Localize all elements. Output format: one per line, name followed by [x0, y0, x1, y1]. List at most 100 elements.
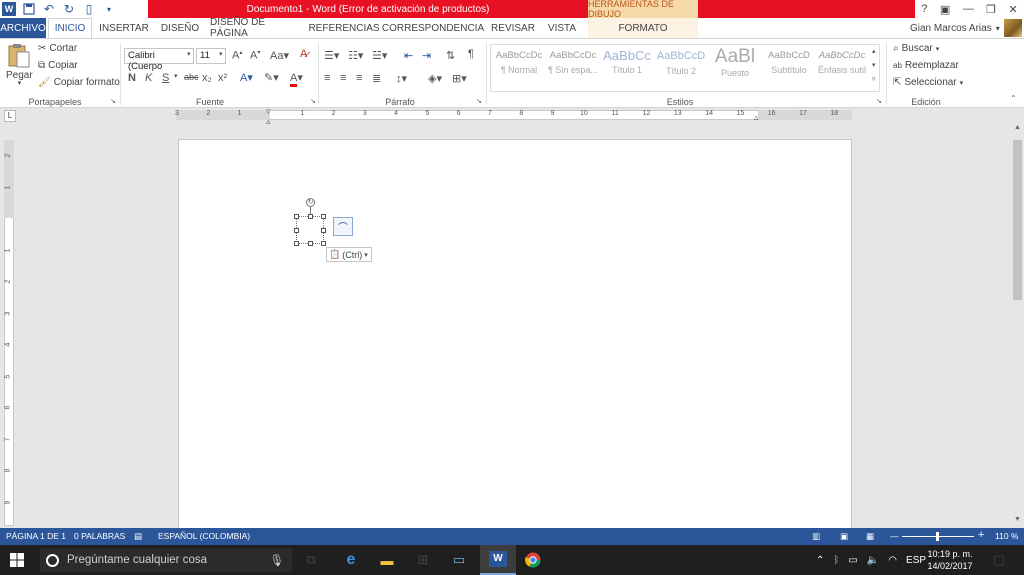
find-button[interactable]: ⌕ Buscar ▾ — [893, 43, 939, 54]
subscript-button[interactable]: x₂ — [202, 72, 212, 84]
close-button[interactable]: ✕ — [1009, 3, 1018, 16]
grow-font-icon[interactable]: A▴ — [232, 49, 242, 62]
style-titulo-1[interactable]: AaBbCc Título 1 — [601, 46, 653, 90]
resize-handle-ne[interactable] — [321, 214, 326, 219]
action-center-icon[interactable]: ▢ — [990, 551, 1008, 569]
tab-revisar[interactable]: REVISAR — [490, 18, 536, 38]
cut-button[interactable]: ✂ Cortar — [38, 43, 77, 54]
windows-start-icon[interactable] — [10, 553, 24, 567]
selected-shape[interactable] — [294, 214, 326, 246]
web-layout-icon[interactable]: ▦ — [866, 531, 874, 542]
resize-handle-sw[interactable] — [294, 241, 299, 246]
tab-vista[interactable]: VISTA — [544, 18, 580, 38]
collapse-ribbon-icon[interactable]: ⌃ — [1010, 94, 1017, 103]
tab-formato[interactable]: FORMATO — [588, 18, 698, 38]
underline-dropdown-icon[interactable]: ▾ — [174, 72, 178, 80]
select-button[interactable]: ⇱ Seleccionar ▾ — [893, 77, 963, 88]
decrease-indent-icon[interactable]: ⇤ — [404, 49, 413, 62]
style-titulo-2[interactable]: AaBbCcD Título 2 — [655, 46, 707, 90]
font-color-icon[interactable]: A▾ — [290, 71, 303, 87]
underline-button[interactable]: S — [162, 72, 169, 84]
restore-button[interactable]: ❐ — [986, 3, 996, 16]
tab-inicio[interactable]: INICIO — [48, 18, 92, 38]
tab-diseno[interactable]: DISEÑO — [158, 18, 202, 38]
save-icon[interactable] — [22, 2, 36, 16]
avatar[interactable] — [1003, 19, 1022, 37]
style-sin-espaciado[interactable]: AaBbCcDc ¶ Sin espa... — [547, 46, 599, 90]
align-right-icon[interactable]: ≡ — [356, 72, 362, 84]
file-explorer-icon[interactable]: ▬ — [378, 551, 396, 569]
tab-referencias[interactable]: REFERENCIAS — [308, 18, 379, 38]
shrink-font-icon[interactable]: A▾ — [250, 49, 260, 62]
document-page[interactable] — [178, 139, 852, 529]
ribbon-display-button[interactable]: ▣ — [940, 3, 950, 16]
resize-handle-s[interactable] — [308, 241, 313, 246]
print-layout-icon[interactable]: ▣ — [840, 531, 848, 542]
style-normal[interactable]: AaBbCcDc ¶ Normal — [493, 46, 545, 90]
shading-icon[interactable]: ◈▾ — [428, 72, 442, 85]
volume-icon[interactable]: 🔈 — [867, 555, 879, 566]
proofing-icon[interactable]: ▤ — [134, 531, 142, 542]
format-painter-button[interactable]: 🖌 Copiar formato — [38, 77, 120, 88]
chrome-icon[interactable] — [524, 551, 542, 569]
scroll-up-icon[interactable]: ▲ — [1012, 124, 1023, 134]
cortana-search-box[interactable]: Pregúntame cualquier cosa 🎙 — [40, 548, 292, 572]
change-case-icon[interactable]: Aa▾ — [270, 49, 289, 62]
resize-handle-e[interactable] — [321, 228, 326, 233]
resize-handle-nw[interactable] — [294, 214, 299, 219]
font-size-dropdown-icon[interactable]: ▾ — [219, 50, 223, 58]
tab-diseno-pagina[interactable]: DISEÑO DE PÁGINA — [210, 17, 304, 39]
zoom-out-button[interactable]: — — [890, 531, 899, 541]
word-count[interactable]: 0 PALABRAS — [74, 531, 125, 541]
sort-icon[interactable]: ⇅ — [446, 49, 455, 62]
word-app-icon[interactable]: W — [2, 2, 16, 16]
multilevel-list-icon[interactable]: ☱▾ — [372, 49, 387, 62]
new-document-icon[interactable]: ▯ — [82, 2, 96, 16]
styles-scroll-down-icon[interactable]: ▾ — [872, 61, 876, 69]
tab-archivo[interactable]: ARCHIVO — [0, 18, 46, 38]
resize-handle-n[interactable] — [308, 214, 313, 219]
right-indent-marker[interactable]: ▵ — [754, 112, 759, 123]
minimize-button[interactable]: — — [963, 3, 974, 15]
borders-icon[interactable]: ⊞▾ — [452, 72, 467, 85]
tab-insertar[interactable]: INSERTAR — [98, 18, 150, 38]
page-count[interactable]: PÁGINA 1 DE 1 — [6, 531, 66, 541]
numbering-icon[interactable]: ☷▾ — [348, 49, 363, 62]
resize-handle-w[interactable] — [294, 228, 299, 233]
style-puesto[interactable]: AaBl Puesto — [709, 46, 761, 90]
clear-formatting-icon[interactable]: A̷ — [300, 48, 307, 60]
language-indicator[interactable]: ESPAÑOL (COLOMBIA) — [158, 531, 250, 541]
replace-button[interactable]: ab Reemplazar — [893, 60, 959, 71]
store-icon[interactable]: ⊞ — [414, 551, 432, 569]
superscript-button[interactable]: x² — [218, 72, 227, 84]
rotate-handle-icon[interactable]: ↻ — [306, 198, 315, 207]
edge-browser-icon[interactable]: e — [342, 551, 360, 569]
read-mode-icon[interactable]: ▥ — [812, 531, 820, 542]
paste-options-button[interactable]: 📋 (Ctrl) ▾ — [326, 247, 372, 262]
customize-toolbar-icon[interactable]: ▾ — [102, 2, 116, 16]
help-button[interactable]: ? — [921, 3, 927, 15]
input-language[interactable]: ESP — [906, 555, 926, 566]
bullets-icon[interactable]: ☰▾ — [324, 49, 339, 62]
paste-button[interactable]: Pegar ▾ — [6, 43, 33, 87]
text-effects-icon[interactable]: A▾ — [240, 71, 253, 84]
layout-options-button[interactable]: ⌒ — [333, 217, 353, 236]
tab-selector[interactable]: L — [4, 110, 16, 122]
style-enfasis-sutil[interactable]: AaBbCcDc Énfasis sutil — [816, 46, 868, 90]
word-taskbar-button[interactable]: W — [480, 545, 516, 575]
undo-icon[interactable]: ↶ — [42, 2, 56, 16]
increase-indent-icon[interactable]: ⇥ — [422, 49, 431, 62]
justify-icon[interactable]: ≣ — [372, 72, 381, 85]
clipboard-launcher-icon[interactable]: ↘ — [110, 97, 116, 105]
font-name-dropdown-icon[interactable]: ▾ — [187, 50, 191, 58]
styles-launcher-icon[interactable]: ↘ — [876, 97, 882, 105]
bold-button[interactable]: N — [128, 72, 136, 84]
user-account[interactable]: Gian Marcos Arias ▾ — [910, 18, 1024, 38]
styles-scroll-up-icon[interactable]: ▴ — [872, 47, 876, 55]
italic-button[interactable]: K — [145, 72, 152, 84]
line-spacing-icon[interactable]: ↕▾ — [396, 72, 407, 85]
left-indent-marker[interactable]: ▵ — [266, 116, 271, 127]
bluetooth-icon[interactable]: ᛒ — [833, 555, 839, 566]
paragraph-launcher-icon[interactable]: ↘ — [476, 97, 482, 105]
microphone-icon[interactable]: 🎙 — [269, 553, 284, 567]
